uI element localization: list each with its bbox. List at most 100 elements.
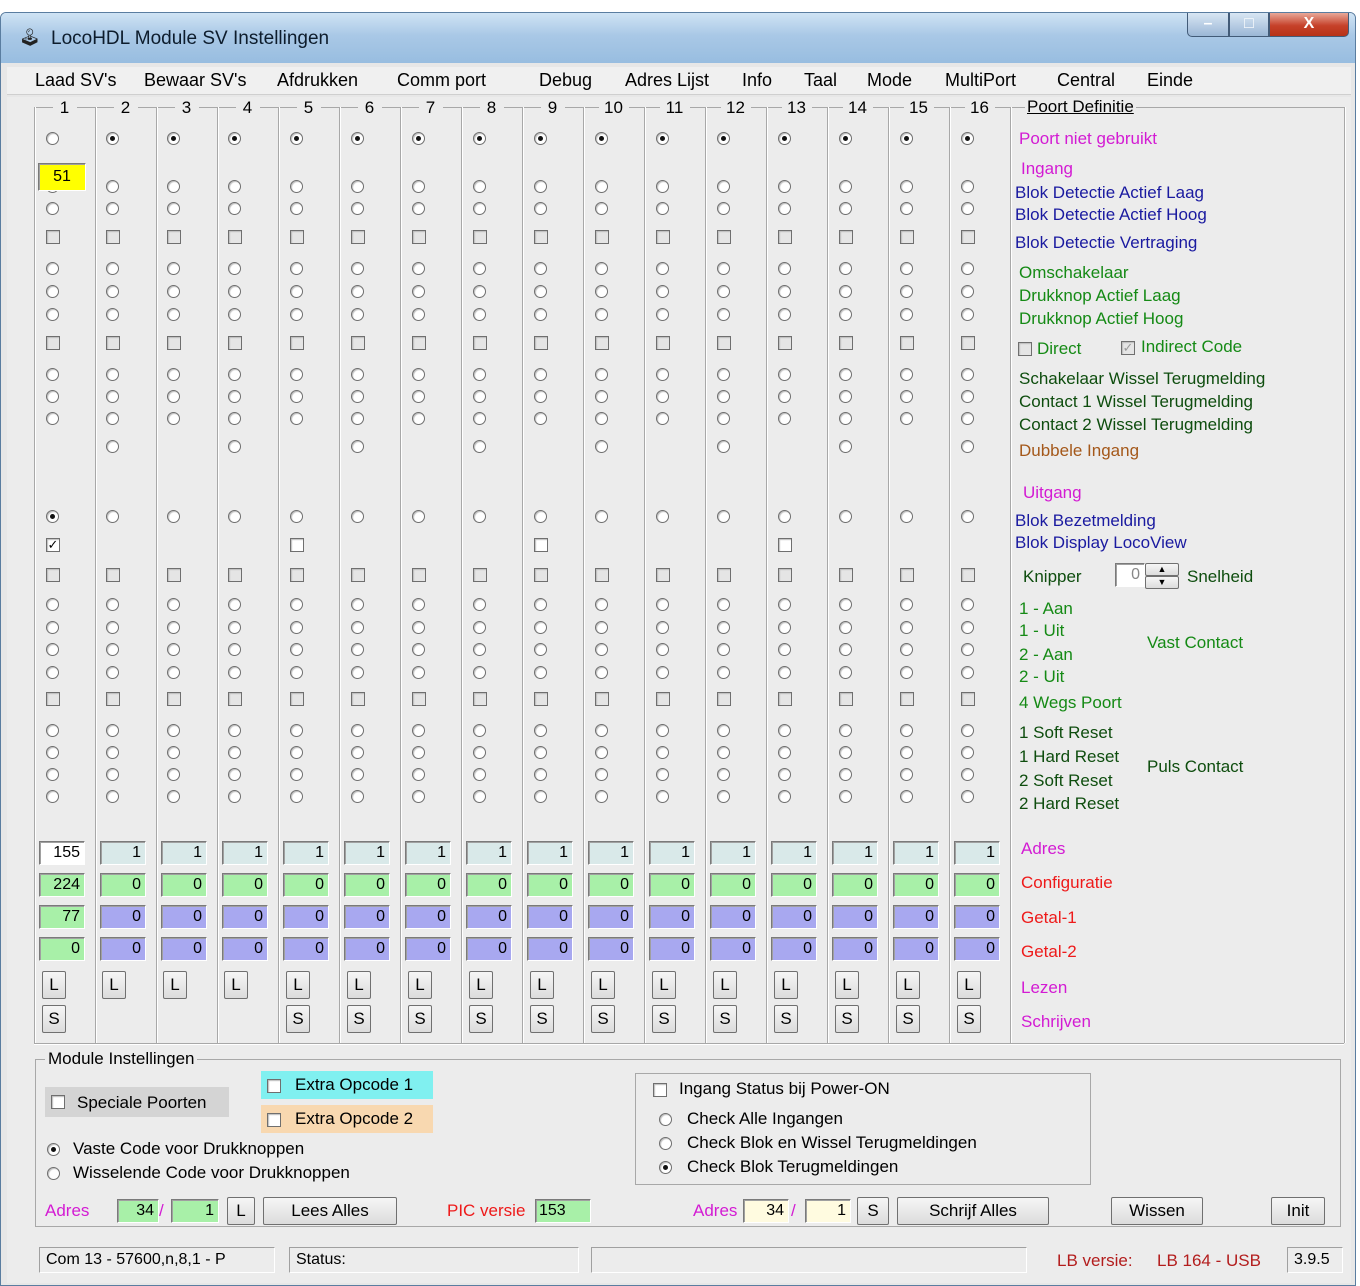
port10-wegs-checkbox[interactable] <box>595 692 609 706</box>
port1-druk-hoog-radio[interactable] <box>46 308 59 321</box>
port12-schakelaar-radio[interactable] <box>717 368 730 381</box>
port6-blok-laag-radio[interactable] <box>351 180 364 193</box>
port2-uit2-radio[interactable] <box>106 666 119 679</box>
port12-soft1-radio[interactable] <box>717 724 730 737</box>
port11-getal1-field[interactable]: 0 <box>649 905 695 929</box>
port9-soft1-radio[interactable] <box>534 724 547 737</box>
port15-blok-vertraging-checkbox[interactable] <box>900 230 914 244</box>
port9-locoview-checkbox[interactable] <box>534 538 548 552</box>
port10-blok-vertraging-checkbox[interactable] <box>595 230 609 244</box>
port16-knipper-checkbox[interactable] <box>961 568 975 582</box>
port15-druk-laag-radio[interactable] <box>900 285 913 298</box>
lees-adres-field[interactable]: 34 <box>117 1199 159 1223</box>
port14-lezen-button[interactable]: L <box>835 971 859 999</box>
port7-adres-field[interactable]: 1 <box>405 841 451 865</box>
port16-schakelaar-radio[interactable] <box>961 368 974 381</box>
port9-hard1-radio[interactable] <box>534 746 547 759</box>
port14-hard2-radio[interactable] <box>839 790 852 803</box>
port13-soft1-radio[interactable] <box>778 724 791 737</box>
port7-aan1-radio[interactable] <box>412 598 425 611</box>
port8-getal2-field[interactable]: 0 <box>466 937 512 961</box>
snelheid-up-icon[interactable]: ▲ <box>1145 563 1179 576</box>
schrijf-subadres-field[interactable]: 1 <box>805 1199 851 1223</box>
port15-contact2-radio[interactable] <box>900 412 913 425</box>
port5-soft1-radio[interactable] <box>290 724 303 737</box>
port1-contact1-radio[interactable] <box>46 390 59 403</box>
port7-lezen-button[interactable]: L <box>408 971 432 999</box>
port9-aan2-radio[interactable] <box>534 643 547 656</box>
port13-blok-laag-radio[interactable] <box>778 180 791 193</box>
port6-bezetmelding-radio[interactable] <box>351 510 364 523</box>
port4-hard1-radio[interactable] <box>228 746 241 759</box>
port11-getal2-field[interactable]: 0 <box>649 937 695 961</box>
port5-knipper-checkbox[interactable] <box>290 568 304 582</box>
port2-lezen-button[interactable]: L <box>102 971 126 999</box>
port4-dubbele-radio[interactable] <box>228 440 241 453</box>
port15-aan1-radio[interactable] <box>900 598 913 611</box>
port12-adres-field[interactable]: 1 <box>710 841 756 865</box>
port14-blok-laag-radio[interactable] <box>839 180 852 193</box>
port10-druk-hoog-radio[interactable] <box>595 308 608 321</box>
port13-getal2-field[interactable]: 0 <box>771 937 817 961</box>
port6-druk-hoog-radio[interactable] <box>351 308 364 321</box>
port7-soft2-radio[interactable] <box>412 768 425 781</box>
port9-lezen-button[interactable]: L <box>530 971 554 999</box>
port10-blok-laag-radio[interactable] <box>595 180 608 193</box>
port10-uit1-radio[interactable] <box>595 621 608 634</box>
port8-contact1-radio[interactable] <box>473 390 486 403</box>
port16-configuratie-field[interactable]: 0 <box>954 873 1000 897</box>
port10-omschakelaar-radio[interactable] <box>595 262 608 275</box>
menu-item-comm-port[interactable]: Comm port <box>397 70 486 91</box>
port4-omschakelaar-radio[interactable] <box>228 262 241 275</box>
port13-omschakelaar-radio[interactable] <box>778 262 791 275</box>
port5-soft2-radio[interactable] <box>290 768 303 781</box>
wisselende-code-radio[interactable] <box>47 1167 60 1180</box>
port5-getal1-field[interactable]: 0 <box>283 905 329 929</box>
port7-direct-code-checkbox[interactable] <box>412 336 426 350</box>
port15-niet-gebruikt-radio[interactable] <box>900 132 913 145</box>
port6-uit2-radio[interactable] <box>351 666 364 679</box>
port2-getal2-field[interactable]: 0 <box>100 937 146 961</box>
menu-item-afdrukken[interactable]: Afdrukken <box>277 70 358 91</box>
port7-omschakelaar-radio[interactable] <box>412 262 425 275</box>
port10-configuratie-field[interactable]: 0 <box>588 873 634 897</box>
port1-contact2-radio[interactable] <box>46 412 59 425</box>
port16-wegs-checkbox[interactable] <box>961 692 975 706</box>
port8-blok-vertraging-checkbox[interactable] <box>473 230 487 244</box>
port10-niet-gebruikt-radio[interactable] <box>595 132 608 145</box>
menu-item-debug[interactable]: Debug <box>539 70 592 91</box>
port13-lezen-button[interactable]: L <box>774 971 798 999</box>
port5-hard2-radio[interactable] <box>290 790 303 803</box>
port8-aan2-radio[interactable] <box>473 643 486 656</box>
port8-bezetmelding-radio[interactable] <box>473 510 486 523</box>
port3-druk-laag-radio[interactable] <box>167 285 180 298</box>
port7-configuratie-field[interactable]: 0 <box>405 873 451 897</box>
port4-aan1-radio[interactable] <box>228 598 241 611</box>
port14-druk-laag-radio[interactable] <box>839 285 852 298</box>
close-button[interactable]: X <box>1269 13 1349 37</box>
direct-checkbox[interactable] <box>1018 342 1032 356</box>
port4-druk-laag-radio[interactable] <box>228 285 241 298</box>
port4-soft1-radio[interactable] <box>228 724 241 737</box>
port4-niet-gebruikt-radio[interactable] <box>228 132 241 145</box>
port16-uit2-radio[interactable] <box>961 666 974 679</box>
port14-contact2-radio[interactable] <box>839 412 852 425</box>
port6-soft1-radio[interactable] <box>351 724 364 737</box>
port4-getal1-field[interactable]: 0 <box>222 905 268 929</box>
port6-druk-laag-radio[interactable] <box>351 285 364 298</box>
port10-aan1-radio[interactable] <box>595 598 608 611</box>
port11-blok-laag-radio[interactable] <box>656 180 669 193</box>
port3-getal1-field[interactable]: 0 <box>161 905 207 929</box>
port16-omschakelaar-radio[interactable] <box>961 262 974 275</box>
port5-adres-field[interactable]: 1 <box>283 841 329 865</box>
port3-aan1-radio[interactable] <box>167 598 180 611</box>
port16-hard2-radio[interactable] <box>961 790 974 803</box>
port10-soft2-radio[interactable] <box>595 768 608 781</box>
port11-soft1-radio[interactable] <box>656 724 669 737</box>
port8-direct-code-checkbox[interactable] <box>473 336 487 350</box>
port15-adres-field[interactable]: 1 <box>893 841 939 865</box>
port2-uit1-radio[interactable] <box>106 621 119 634</box>
port15-blok-hoog-radio[interactable] <box>900 202 913 215</box>
port15-schakelaar-radio[interactable] <box>900 368 913 381</box>
port6-soft2-radio[interactable] <box>351 768 364 781</box>
